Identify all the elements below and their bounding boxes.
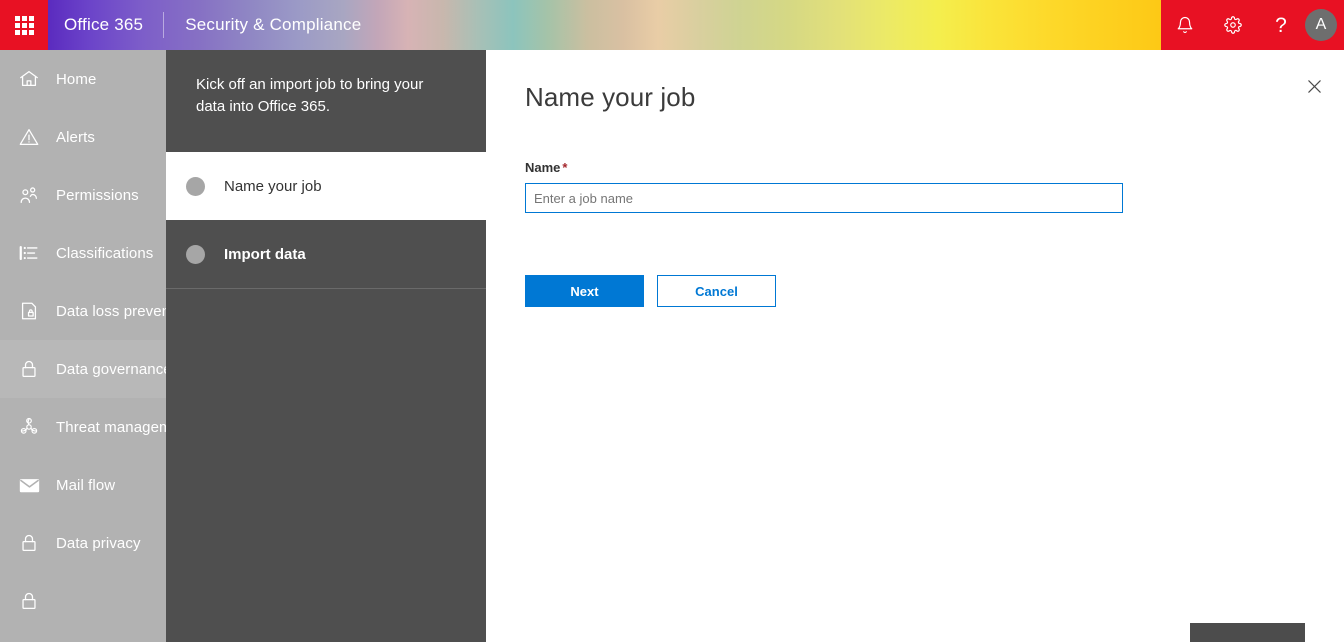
left-navigation: Home Alerts Permissions Classifications … bbox=[0, 50, 166, 642]
notifications-button[interactable] bbox=[1161, 0, 1209, 50]
sidebar-item-permissions[interactable]: Permissions bbox=[0, 166, 166, 224]
suite-actions-group: ? A bbox=[1161, 0, 1344, 50]
suite-title-group: Office 365 Security & Compliance bbox=[64, 0, 361, 50]
name-field-label: Name * bbox=[525, 160, 1123, 175]
cancel-button[interactable]: Cancel bbox=[657, 275, 776, 307]
sidebar-item-data-loss-prevention[interactable]: Data loss prevention bbox=[0, 282, 166, 340]
wizard-step-label: Name your job bbox=[224, 177, 322, 195]
document-lock-icon bbox=[16, 298, 42, 324]
wizard-step-import-data[interactable]: Import data bbox=[166, 220, 486, 288]
sidebar-item-classifications[interactable]: Classifications bbox=[0, 224, 166, 282]
avatar[interactable]: A bbox=[1305, 9, 1337, 41]
envelope-icon bbox=[16, 472, 42, 498]
wizard-step-name-your-job[interactable]: Name your job bbox=[166, 152, 486, 220]
wizard-intro-block: Kick off an import job to bring your dat… bbox=[166, 50, 486, 152]
sidebar-item-label: Threat management bbox=[56, 418, 166, 436]
wizard-divider bbox=[166, 288, 486, 289]
sidebar-item-label: Mail flow bbox=[56, 476, 116, 494]
padlock-icon bbox=[16, 530, 42, 556]
padlock-icon bbox=[16, 356, 42, 382]
main-content-panel: Name your job Name* Next Cancel bbox=[486, 50, 1344, 642]
close-button[interactable] bbox=[1297, 72, 1331, 106]
wizard-step-panel: Kick off an import job to bring your dat… bbox=[166, 50, 486, 642]
app-launcher-waffle-icon bbox=[14, 15, 34, 35]
gear-icon bbox=[1224, 16, 1242, 34]
office365-brand-link[interactable]: Office 365 bbox=[64, 15, 163, 35]
close-x-icon bbox=[1306, 78, 1323, 100]
home-icon bbox=[16, 66, 42, 92]
suite-header-bar: Office 365 Security & Compliance ? A bbox=[0, 0, 1344, 50]
people-icon bbox=[16, 182, 42, 208]
sidebar-item-label: Data governance bbox=[56, 360, 166, 378]
step-indicator-dot bbox=[186, 244, 205, 264]
required-asterisk: * bbox=[562, 160, 568, 175]
sidebar-item-alerts[interactable]: Alerts bbox=[0, 108, 166, 166]
biohazard-icon bbox=[16, 414, 42, 440]
name-field-group: Name * bbox=[525, 160, 1123, 213]
bottom-status-bar bbox=[1190, 623, 1305, 642]
wizard-intro-text: Kick off an import job to bring your dat… bbox=[196, 76, 424, 115]
next-button[interactable]: Next bbox=[525, 275, 644, 307]
app-name-link[interactable]: Security & Compliance bbox=[164, 15, 361, 35]
job-name-input[interactable] bbox=[525, 183, 1123, 213]
sidebar-item-label: Data loss prevention bbox=[56, 302, 166, 320]
sidebar-item-data-privacy[interactable]: Data privacy bbox=[0, 514, 166, 572]
sidebar-item-label: Permissions bbox=[56, 186, 139, 204]
step-indicator-dot bbox=[186, 176, 205, 196]
sidebar-item-label: Home bbox=[56, 70, 97, 88]
app-launcher-button[interactable] bbox=[0, 0, 48, 50]
avatar-initial: A bbox=[1315, 16, 1327, 33]
settings-button[interactable] bbox=[1209, 0, 1257, 50]
app-root: Office 365 Security & Compliance ? A Hom… bbox=[0, 0, 1344, 642]
alert-triangle-icon bbox=[16, 124, 42, 150]
sidebar-item-threat-management[interactable]: Threat management bbox=[0, 398, 166, 456]
name-label-text: Name bbox=[525, 160, 561, 175]
page-title: Name your job bbox=[525, 82, 696, 112]
bell-icon bbox=[1176, 16, 1194, 34]
sidebar-item-label: Classifications bbox=[56, 244, 154, 262]
question-mark-icon: ? bbox=[1275, 13, 1287, 37]
sidebar-item-label: Alerts bbox=[56, 128, 95, 146]
help-button[interactable]: ? bbox=[1257, 0, 1305, 50]
suite-gradient-band: Office 365 Security & Compliance bbox=[48, 0, 1161, 50]
sidebar-item-data-governance[interactable]: Data governance bbox=[0, 340, 166, 398]
form-actions: Next Cancel bbox=[525, 275, 776, 307]
sidebar-item-home[interactable]: Home bbox=[0, 50, 166, 108]
sidebar-item-mail-flow[interactable]: Mail flow bbox=[0, 456, 166, 514]
wizard-step-label: Import data bbox=[224, 245, 306, 263]
sidebar-item-partial[interactable] bbox=[0, 572, 166, 630]
padlock-icon bbox=[16, 588, 42, 614]
sidebar-item-label: Data privacy bbox=[56, 534, 141, 552]
list-icon bbox=[16, 240, 42, 266]
